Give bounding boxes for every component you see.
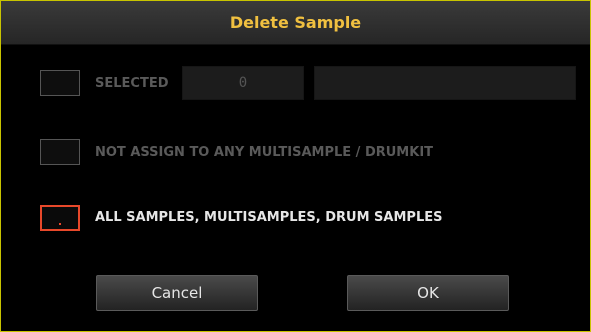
delete-sample-dialog: Delete Sample SELECTED 0 NOT ASSIGN TO A… bbox=[0, 0, 591, 332]
selected-name-field bbox=[314, 66, 576, 100]
selected-count-field: 0 bbox=[182, 66, 304, 100]
selected-label: SELECTED bbox=[95, 76, 169, 91]
all-samples-label: ALL SAMPLES, MULTISAMPLES, DRUM SAMPLES bbox=[95, 210, 443, 225]
not-assign-checkbox[interactable] bbox=[40, 139, 80, 165]
all-samples-checkbox[interactable] bbox=[40, 205, 80, 231]
ok-button[interactable]: OK bbox=[347, 275, 509, 311]
dialog-title: Delete Sample bbox=[229, 13, 362, 32]
not-assign-label: NOT ASSIGN TO ANY MULTISAMPLE / DRUMKIT bbox=[95, 145, 434, 160]
cancel-button[interactable]: Cancel bbox=[96, 275, 258, 311]
selected-count-value: 0 bbox=[238, 75, 248, 91]
dialog-title-bar: Delete Sample bbox=[1, 1, 590, 45]
selected-checkbox[interactable] bbox=[40, 70, 80, 96]
checkbox-indicator-icon bbox=[59, 223, 61, 225]
